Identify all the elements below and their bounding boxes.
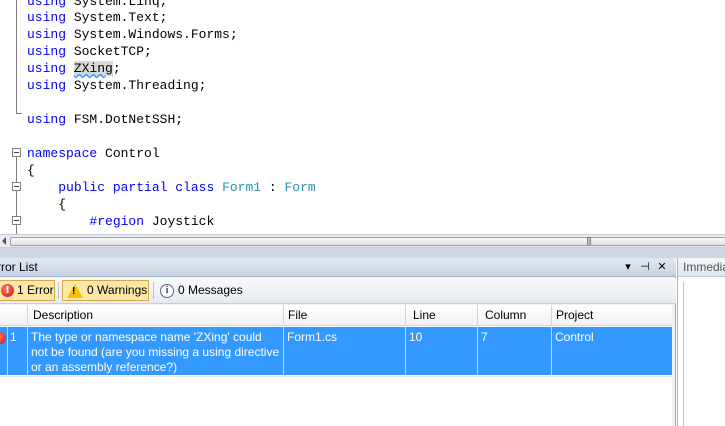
keyword: using	[27, 61, 67, 76]
messages-filter-label: 0 Messages	[178, 283, 243, 297]
keyword: #region	[89, 214, 145, 229]
code-text: Control	[105, 146, 160, 161]
messages-filter-button[interactable]: i 0 Messages	[158, 280, 248, 301]
type-name: Form1	[222, 180, 262, 195]
error-icon	[0, 332, 6, 344]
scroll-left-arrow-icon[interactable]	[2, 237, 6, 245]
error-icon: !	[1, 284, 14, 297]
immediate-window-border	[683, 282, 684, 426]
error-line: 10	[406, 327, 478, 375]
column-header-description[interactable]: Description	[28, 305, 284, 326]
row-icon-cell	[0, 327, 8, 375]
column-header-file[interactable]: File	[284, 305, 406, 326]
code-line[interactable]: namespace Control	[27, 145, 160, 162]
collapse-class-icon[interactable]	[12, 182, 21, 191]
panel-title: rror List	[0, 260, 38, 274]
outline-margin	[0, 0, 26, 234]
row-divider	[0, 376, 672, 377]
keyword: public partial class	[58, 180, 215, 195]
errors-filter-button[interactable]: ! 1 Error	[0, 280, 55, 301]
pin-icon[interactable]: ⊣	[637, 259, 653, 275]
code-editor[interactable]: using System.Linq; using System.Text; us…	[0, 0, 725, 234]
toolbar-separator	[153, 282, 154, 299]
code-text: System.Windows.Forms;	[73, 27, 238, 42]
code-line[interactable]: using FSM.DotNetSSH;	[27, 111, 183, 128]
code-line[interactable]: using System.Threading;	[27, 77, 206, 94]
type-name: Form	[284, 180, 316, 195]
scroll-thumb[interactable]	[10, 237, 725, 246]
keyword: using	[27, 27, 67, 42]
error-table: Description File Line Column Project 1 T…	[0, 305, 672, 426]
error-squiggle-token[interactable]: ZXing	[73, 61, 113, 76]
code-text: FSM.DotNetSSH;	[73, 112, 184, 127]
collapse-namespace-icon[interactable]	[12, 148, 21, 157]
code-text: Joystick	[151, 214, 215, 229]
code-line[interactable]: {	[27, 196, 66, 213]
code-line[interactable]: #region Joystick	[27, 213, 214, 230]
error-list-panel: rror List ▾ ⊣ ✕ ! 1 Error ! 0 Warnings i0 …	[0, 258, 676, 426]
code-line[interactable]: public partial class Form1 : Form	[27, 179, 316, 196]
errors-filter-label: 1 Error	[17, 283, 54, 297]
code-text: {	[58, 197, 67, 212]
code-line[interactable]: {	[27, 162, 35, 179]
column-header-column[interactable]: Column	[478, 305, 552, 326]
keyword: namespace	[27, 146, 98, 161]
row-index: 1	[8, 327, 28, 375]
column-header-line[interactable]: Line	[406, 305, 478, 326]
error-column: 7	[478, 327, 552, 375]
table-row[interactable]: 1 The type or namespace name 'ZXing' cou…	[0, 327, 672, 375]
panel-splitter[interactable]	[0, 248, 725, 258]
keyword: using	[27, 44, 67, 59]
info-icon: i	[160, 283, 174, 298]
code-text: System.Text;	[73, 10, 168, 25]
keyword: using	[27, 112, 67, 127]
warning-icon: !	[67, 283, 83, 298]
immediate-window-title: Immediate Window	[683, 260, 725, 274]
toolbar-separator	[58, 282, 59, 299]
dropdown-arrow-icon[interactable]: ▾	[620, 259, 636, 275]
error-file: Form1.cs	[284, 327, 406, 375]
code-line[interactable]: using SocketTCP;	[27, 43, 152, 60]
error-list-toolbar: ! 1 Error ! 0 Warnings i0 Messages	[0, 278, 676, 304]
horizontal-scrollbar[interactable]: |||	[0, 234, 725, 248]
outline-corner	[16, 113, 22, 114]
column-header-project[interactable]: Project	[552, 305, 672, 326]
code-line[interactable]: using ZXing;	[27, 60, 121, 77]
code-text: SocketTCP;	[73, 44, 152, 59]
warnings-filter-label: 0 Warnings	[87, 283, 148, 297]
code-line[interactable]: using System.Text;	[27, 9, 167, 26]
scroll-grip-icon: |||	[586, 236, 592, 245]
error-description: The type or namespace name 'ZXing' could…	[28, 327, 284, 375]
immediate-window-panel[interactable]: Immediate Window	[677, 258, 725, 426]
collapse-region-icon[interactable]	[12, 216, 21, 225]
keyword: using	[27, 10, 67, 25]
code-text: :	[261, 180, 285, 195]
code-text: ;	[112, 61, 121, 76]
keyword: using	[27, 0, 67, 9]
code-text: System.Linq;	[73, 0, 168, 9]
code-line[interactable]: using System.Windows.Forms;	[27, 26, 238, 43]
table-empty-area	[0, 376, 672, 426]
code-text: System.Threading;	[73, 78, 207, 93]
column-header-icon[interactable]	[0, 305, 28, 326]
code-text: {	[27, 163, 35, 178]
immediate-window-titlebar[interactable]: Immediate Window	[678, 258, 725, 277]
outline-line	[16, 0, 17, 113]
table-header: Description File Line Column Project	[0, 305, 672, 326]
error-project: Control	[555, 330, 594, 344]
close-icon[interactable]: ✕	[654, 259, 670, 275]
warnings-filter-button[interactable]: ! 0 Warnings	[62, 280, 149, 301]
error-list-titlebar[interactable]: rror List ▾ ⊣ ✕	[0, 258, 676, 277]
keyword: using	[27, 78, 67, 93]
